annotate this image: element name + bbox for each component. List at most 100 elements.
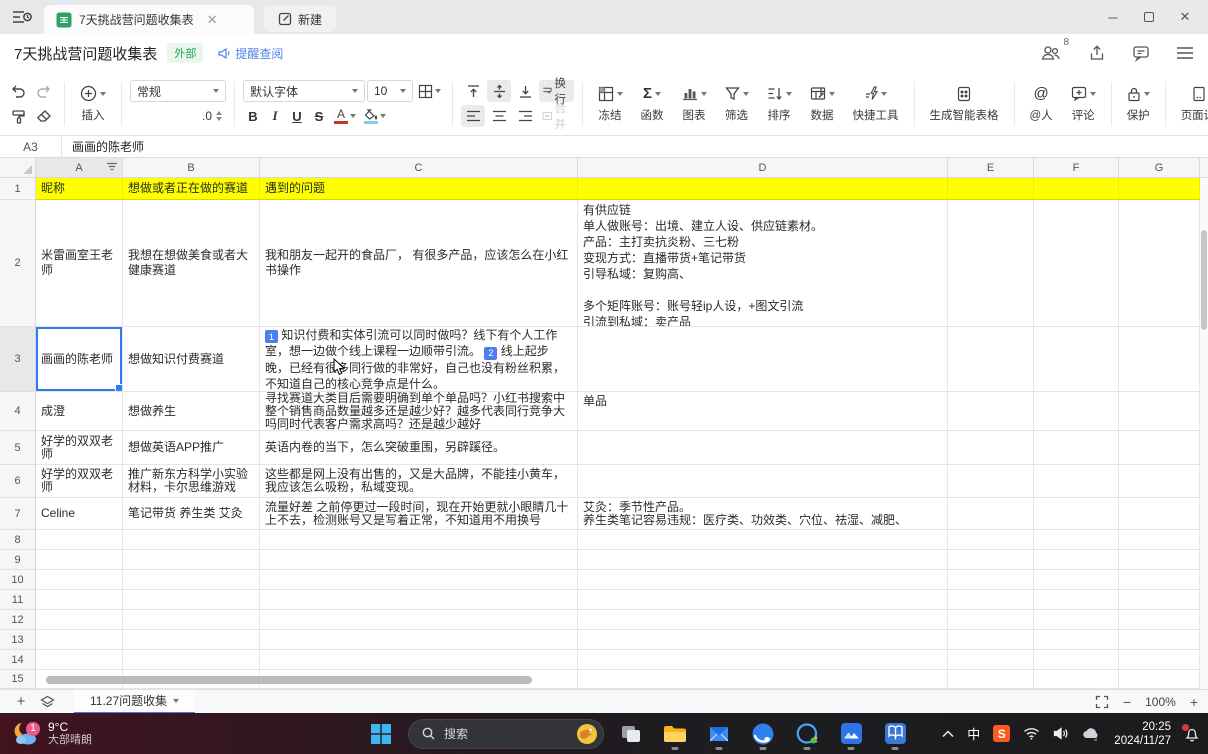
row-header[interactable]: 11 bbox=[0, 590, 36, 610]
notifications-button[interactable] bbox=[1184, 726, 1200, 742]
column-header-g[interactable]: G bbox=[1119, 158, 1200, 177]
cell[interactable] bbox=[1034, 530, 1119, 550]
cell-b7[interactable]: 笔记带货 养生类 艾灸 bbox=[123, 498, 260, 530]
cell[interactable] bbox=[36, 530, 123, 550]
cell[interactable] bbox=[1119, 178, 1200, 200]
cell-c7[interactable]: 流量好差 之前停更过一段时间，现在开始更就小眼睛几十上不去，检测账号又是写着正常… bbox=[260, 498, 578, 530]
cell[interactable] bbox=[1034, 431, 1119, 465]
align-center-button[interactable] bbox=[487, 105, 511, 127]
smart-table-button[interactable]: 生成智能表格 bbox=[923, 81, 1006, 127]
cell-b5[interactable]: 想做英语APP推广 bbox=[123, 431, 260, 465]
column-header-b[interactable]: B bbox=[123, 158, 260, 177]
cell[interactable] bbox=[36, 630, 123, 650]
cell[interactable] bbox=[1034, 392, 1119, 431]
mention-button[interactable]: @ @人 bbox=[1023, 81, 1060, 127]
align-left-button[interactable] bbox=[461, 105, 485, 127]
menu-button[interactable] bbox=[1176, 46, 1194, 60]
page-setup-button[interactable]: 页面设置 bbox=[1174, 81, 1208, 127]
cell[interactable] bbox=[36, 650, 123, 670]
cell[interactable] bbox=[948, 630, 1034, 650]
cell[interactable] bbox=[123, 570, 260, 590]
cell-a4[interactable]: 成澄 bbox=[36, 392, 123, 431]
cell[interactable] bbox=[948, 392, 1034, 431]
vertical-scrollbar[interactable] bbox=[1201, 230, 1207, 330]
cell[interactable] bbox=[1119, 590, 1200, 610]
cell[interactable] bbox=[578, 431, 948, 465]
cell[interactable] bbox=[1034, 650, 1119, 670]
row-header[interactable]: 15 bbox=[0, 670, 36, 689]
cell[interactable] bbox=[948, 550, 1034, 570]
chat-app-button[interactable] bbox=[790, 717, 824, 751]
cell[interactable] bbox=[1119, 550, 1200, 570]
cell-b2[interactable]: 我想在想做美食或者大健康赛道 bbox=[123, 200, 260, 327]
insert-button[interactable]: 插入 bbox=[73, 81, 113, 127]
cell[interactable] bbox=[260, 610, 578, 630]
function-button[interactable]: Σ 函数 bbox=[634, 81, 671, 127]
cell[interactable] bbox=[260, 650, 578, 670]
cell[interactable] bbox=[578, 530, 948, 550]
cell[interactable] bbox=[1119, 392, 1200, 431]
undo-button[interactable] bbox=[6, 80, 30, 102]
weather-widget[interactable]: 1 9°C 大部晴朗 bbox=[0, 720, 170, 748]
cell[interactable] bbox=[578, 610, 948, 630]
freeze-button[interactable]: 冻结 bbox=[591, 81, 630, 127]
cell[interactable] bbox=[1119, 650, 1200, 670]
cell-c2[interactable]: 我和朋友一起开的食品厂， 有很多产品，应该怎么在小红书操作 bbox=[260, 200, 578, 327]
cell[interactable] bbox=[578, 590, 948, 610]
cell[interactable] bbox=[1034, 630, 1119, 650]
cell[interactable] bbox=[948, 327, 1034, 392]
cell[interactable] bbox=[1034, 570, 1119, 590]
column-header-a[interactable]: A bbox=[36, 158, 123, 177]
add-sheet-button[interactable]: + bbox=[8, 691, 34, 713]
tab-list-button[interactable] bbox=[0, 0, 44, 34]
underline-button[interactable]: U bbox=[287, 105, 307, 127]
cell[interactable] bbox=[36, 610, 123, 630]
hidden-icons-button[interactable] bbox=[942, 730, 954, 738]
cell-c5[interactable]: 英语内卷的当下，怎么突破重围，另辟蹊径。 bbox=[260, 431, 578, 465]
cell[interactable] bbox=[578, 465, 948, 498]
collaborators-button[interactable]: 8 bbox=[1040, 44, 1062, 62]
cell-b4[interactable]: 想做养生 bbox=[123, 392, 260, 431]
close-button[interactable]: ✕ bbox=[1170, 3, 1200, 31]
row-header[interactable]: 10 bbox=[0, 570, 36, 590]
cell[interactable] bbox=[578, 178, 948, 200]
row-header[interactable]: 2 bbox=[0, 200, 36, 327]
cell[interactable] bbox=[1119, 530, 1200, 550]
row-header[interactable]: 4 bbox=[0, 392, 36, 431]
column-header-c[interactable]: C bbox=[260, 158, 578, 177]
vertical-scrollbar-track[interactable] bbox=[1200, 178, 1208, 689]
row-header[interactable]: 7 bbox=[0, 498, 36, 530]
name-box[interactable]: A3 bbox=[0, 136, 62, 157]
align-top-button[interactable] bbox=[461, 80, 485, 102]
cell[interactable] bbox=[948, 590, 1034, 610]
font-color-button[interactable]: A bbox=[331, 105, 359, 127]
filter-button[interactable]: 筛选 bbox=[718, 81, 756, 127]
cell[interactable] bbox=[948, 530, 1034, 550]
zoom-out-button[interactable]: − bbox=[1123, 694, 1131, 710]
align-bottom-button[interactable] bbox=[513, 80, 537, 102]
fullscreen-button[interactable] bbox=[1095, 695, 1109, 709]
row-header[interactable]: 8 bbox=[0, 530, 36, 550]
cell[interactable] bbox=[260, 570, 578, 590]
document-tab[interactable]: 7天挑战营问题收集表 ✕ bbox=[44, 5, 254, 34]
share-button[interactable] bbox=[1088, 44, 1106, 62]
cell[interactable] bbox=[1119, 431, 1200, 465]
cell[interactable] bbox=[1034, 465, 1119, 498]
cell-a1[interactable]: 昵称 bbox=[36, 178, 123, 200]
cell[interactable] bbox=[36, 570, 123, 590]
cell[interactable] bbox=[36, 590, 123, 610]
cell[interactable] bbox=[1034, 550, 1119, 570]
cell-b3[interactable]: 想做知识付费赛道 bbox=[123, 327, 260, 392]
cell-b1[interactable]: 想做或者正在做的赛道 bbox=[123, 178, 260, 200]
cell[interactable] bbox=[1034, 178, 1119, 200]
photos-app-button[interactable] bbox=[834, 717, 868, 751]
column-header-f[interactable]: F bbox=[1034, 158, 1119, 177]
align-middle-button[interactable] bbox=[487, 80, 511, 102]
zoom-level[interactable]: 100% bbox=[1145, 695, 1176, 709]
cell-b6[interactable]: 推广新东方科学小实验材料，卡尔思维游戏 bbox=[123, 465, 260, 498]
strikethrough-button[interactable]: S bbox=[309, 105, 329, 127]
cell[interactable] bbox=[1034, 610, 1119, 630]
cell[interactable] bbox=[948, 610, 1034, 630]
cell[interactable] bbox=[578, 670, 948, 689]
comment-button[interactable]: 评论 bbox=[1064, 81, 1103, 127]
